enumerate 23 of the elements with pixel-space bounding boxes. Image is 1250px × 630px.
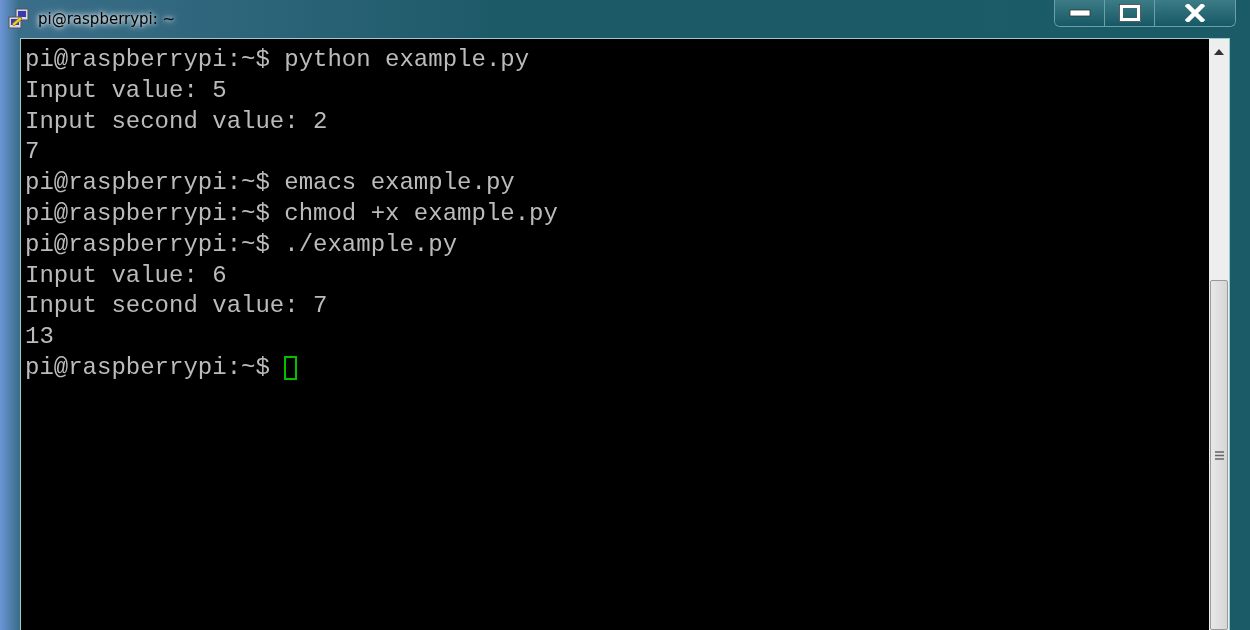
terminal-line: Input second value: 2 <box>25 106 328 137</box>
maximize-icon <box>1118 4 1141 22</box>
terminal-line: pi@raspberrypi:~$ chmod +x example.py <box>25 199 558 229</box>
window-title: pi@raspberrypi: ~ <box>38 10 176 28</box>
terminal-line: pi@raspberrypi:~$ python example.py <box>25 45 530 75</box>
minimize-icon <box>1068 9 1091 17</box>
scrollbar-thumb[interactable] <box>1210 280 1228 630</box>
computers-icon <box>8 8 30 30</box>
terminal-line: Input value: 5 <box>25 75 227 106</box>
terminal-line: 13 <box>25 322 54 353</box>
terminal-line: 7 <box>25 137 40 168</box>
terminal-line: pi@raspberrypi:~$ ./example.py <box>25 229 458 260</box>
maximize-button[interactable] <box>1105 0 1155 26</box>
up-arrow-icon <box>1214 49 1224 55</box>
grip-icon <box>1214 450 1224 460</box>
terminal-line: pi@raspberrypi:~$ emacs example.py <box>25 168 515 199</box>
close-icon <box>1185 4 1205 22</box>
scrollbar[interactable] <box>1209 39 1229 630</box>
terminal-line: pi@raspberrypi:~$ <box>25 352 271 383</box>
close-button[interactable] <box>1155 0 1235 26</box>
terminal-line: Input value: 6 <box>25 260 227 291</box>
terminal-line: Input second value: 7 <box>25 291 328 322</box>
minimize-button[interactable] <box>1055 0 1105 26</box>
